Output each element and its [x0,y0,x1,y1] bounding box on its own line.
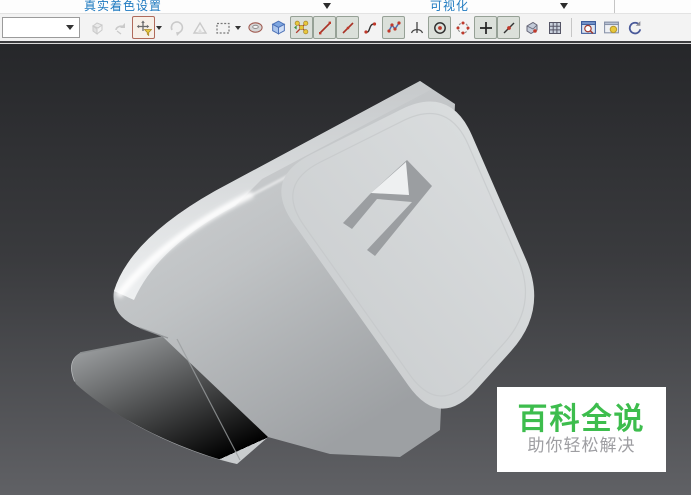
divider [571,18,572,37]
select-and-move-button[interactable] [132,16,155,39]
link-icon [91,21,103,35]
snaps-icon [294,20,309,35]
chevron-down-icon[interactable] [156,25,162,30]
chevron-down-icon [66,25,74,30]
diagonal-icon [341,21,354,34]
image-window-icon [604,21,619,34]
snap-cross-button[interactable] [474,16,497,39]
chevron-down-icon[interactable] [235,25,241,30]
snap-edge-button[interactable] [313,16,336,39]
refresh-icon [628,21,642,35]
rectangular-selection-region-button[interactable] [211,16,234,39]
render-preview-button[interactable] [577,16,600,39]
snap-circle-button[interactable] [451,16,474,39]
chevron-down-icon[interactable] [560,3,568,9]
rotate-icon [170,20,183,36]
undo-icon [114,22,125,35]
dropdown-shading-settings[interactable]: 真实着色设置 [84,0,162,13]
watermark: 百科全说 助你轻松解决 [497,387,666,472]
perpendicular-icon [410,21,423,33]
move-funnel-icon [136,20,152,36]
snap-center-button[interactable] [428,16,451,39]
grid-button[interactable] [543,16,566,39]
divider [614,0,615,13]
torus-icon [248,22,263,33]
named-selection-combo[interactable] [2,17,80,38]
scale-icon [192,21,207,34]
watermark-title: 百科全说 [517,403,646,436]
box-icon [271,20,286,35]
magnifier-window-icon [581,21,596,34]
snap-segment-button[interactable] [336,16,359,39]
snap-spline-button[interactable] [382,16,405,39]
torus-button[interactable] [244,16,267,39]
snap-face-button[interactable] [520,16,543,39]
plus-icon [479,21,492,34]
center-circle-icon [433,21,446,34]
grid-icon [548,21,561,34]
select-and-rotate-button[interactable] [165,16,188,39]
dashed-circle-icon [456,21,469,34]
snaps-toolbar [0,14,691,43]
watermark-subtitle: 助你轻松解决 [527,436,636,455]
snap-curve-button[interactable] [359,16,382,39]
select-and-scale-button[interactable] [188,16,211,39]
diagonal-icon [318,21,331,34]
box-button[interactable] [267,16,290,39]
region-icon [215,22,230,34]
3d-viewport[interactable]: 百科全说 助你轻松解决 [0,43,691,495]
chevron-down-icon[interactable] [323,3,331,9]
application-window: 真实着色设置 可视化 百科全说 助你轻松解决 [0,0,691,495]
snap-perpendicular-button[interactable] [405,16,428,39]
menu-strip: 真实着色设置 可视化 [0,0,691,14]
unlink-selection-button[interactable] [109,16,132,39]
snaps-toggle-button[interactable] [290,16,313,39]
tangent-icon [503,22,514,33]
face-icon [526,21,537,34]
snap-tangent-button[interactable] [497,16,520,39]
select-and-link-button[interactable] [86,16,109,39]
curve-icon [363,21,376,34]
dropdown-visualization[interactable]: 可视化 [430,0,469,13]
render-setup-button[interactable] [600,16,623,39]
refresh-button[interactable] [623,16,646,39]
spline-icon [386,20,401,33]
